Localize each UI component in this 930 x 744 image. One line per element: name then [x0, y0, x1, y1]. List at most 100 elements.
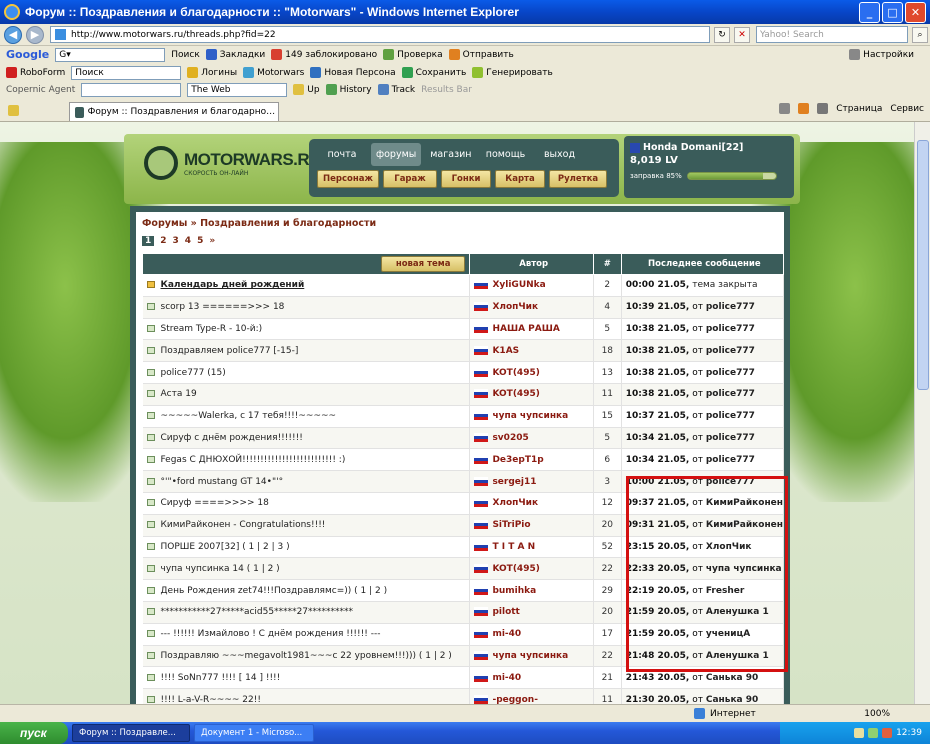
spellcheck-button[interactable]: Проверка — [383, 49, 443, 60]
settings-button[interactable]: Настройки — [849, 49, 914, 60]
thread-author[interactable]: K1AS — [492, 346, 519, 356]
thread-author[interactable]: НАША РАША — [492, 324, 559, 334]
thread-title[interactable]: ***********27*****acid55*****27*********… — [161, 607, 354, 617]
breadcrumb-forums[interactable]: Форумы — [142, 218, 187, 229]
thread-row[interactable]: ПОРШЕ 2007[32] ( 1 | 2 | 3 ) T I T A N 52 2… — [142, 536, 785, 559]
thread-title[interactable]: scorp 13 ======>>> 18 — [161, 302, 285, 312]
scrollbar-thumb[interactable] — [917, 140, 929, 390]
logins-button[interactable]: Логины — [187, 67, 237, 78]
thread-row[interactable]: чупа чупсинка 14 ( 1 | 2 ) KOT(495) 22 22:3… — [142, 557, 785, 581]
copernic-search-input[interactable] — [81, 82, 182, 97]
up-button[interactable]: Up — [293, 84, 320, 95]
google-search-input[interactable]: G▾ — [55, 47, 166, 62]
track-button[interactable]: Track — [377, 84, 415, 95]
thread-title[interactable]: ~~~~~Walerka, с 17 тебя!!!!~~~~~ — [161, 411, 337, 421]
thread-author[interactable]: KOT(495) — [492, 389, 539, 399]
thread-title[interactable]: Stream Type-R - 10-й:) — [161, 324, 263, 334]
forward-icon[interactable]: ▶ — [26, 25, 44, 44]
theweb-select[interactable]: The Web — [187, 82, 288, 97]
thread-author[interactable]: T I T A N — [492, 542, 535, 552]
rss-icon[interactable] — [798, 103, 810, 114]
thread-row[interactable]: Fegas С ДНЮХОЙ!!!!!!!!!!!!!!!!!!!!!!!!!!… — [142, 448, 785, 472]
thread-title[interactable]: Аста 19 — [161, 389, 197, 399]
thread-author[interactable]: SiTriPio — [492, 520, 530, 530]
last-post-author[interactable]: Аленушка 1 — [706, 651, 769, 661]
thread-row[interactable]: police777 (15) KOT(495) 13 10:38 21.05, от … — [142, 361, 785, 384]
menu-exit[interactable]: выход — [535, 143, 585, 166]
menu-roulette[interactable]: Рулетка — [549, 170, 607, 188]
new-persona-button[interactable]: Новая Персона — [310, 67, 396, 78]
taskbar-item-ie[interactable]: Форум :: Поздравле... — [72, 724, 190, 742]
vertical-scrollbar[interactable] — [914, 122, 930, 704]
address-input[interactable]: http://www.motorwars.ru/threads.php?fid=… — [50, 26, 710, 43]
menu-shop[interactable]: магазин — [425, 143, 476, 166]
thread-author[interactable]: ХлопЧик — [492, 498, 538, 508]
generate-button[interactable]: Генерировать — [472, 67, 553, 78]
last-post-author[interactable]: ученицА — [706, 629, 750, 639]
last-post-author[interactable]: КимиРайконен — [706, 520, 783, 530]
print-icon[interactable] — [817, 103, 829, 114]
thread-title[interactable]: Сируф с днём рождения!!!!!!! — [161, 433, 303, 443]
thread-title[interactable]: Календарь дней рождений — [161, 280, 305, 290]
last-post-author[interactable]: police777 — [706, 455, 755, 465]
page-3[interactable]: 3 — [173, 236, 179, 246]
yahoo-search-input[interactable]: Yahoo! Search — [756, 26, 908, 43]
menu-garage[interactable]: Гараж — [383, 170, 437, 188]
thread-author[interactable]: mi-40 — [492, 629, 521, 639]
page-5[interactable]: 5 — [197, 236, 203, 246]
thread-title[interactable]: --- !!!!!! Измайлово ! С днём рождения !… — [161, 629, 381, 639]
thread-title[interactable]: !!!! L-a-V-R~~~~ 22!! — [161, 695, 261, 704]
maximize-button[interactable]: □ — [882, 2, 903, 23]
thread-row[interactable]: КимиРайконен - Congratulations!!!! SiTriP… — [142, 514, 785, 537]
menu-map[interactable]: Карта — [495, 170, 545, 188]
favorites-star-icon[interactable] — [8, 105, 19, 116]
menu-help[interactable]: помощь — [481, 143, 531, 166]
thread-author[interactable]: XyliGUNka — [492, 280, 545, 290]
minimize-button[interactable]: _ — [859, 2, 880, 23]
thread-author[interactable]: De3epT1p — [492, 455, 543, 465]
thread-row[interactable]: Сируф с днём рождения!!!!!!! sv0205 5 10:34… — [142, 427, 785, 450]
page-next[interactable]: » — [209, 236, 215, 246]
last-post-author[interactable]: police777 — [706, 346, 755, 356]
new-topic-button[interactable]: новая тема — [380, 256, 466, 272]
menu-races[interactable]: Гонки — [441, 170, 491, 188]
thread-author[interactable]: KOT(495) — [492, 564, 539, 574]
thread-author[interactable]: mi-40 — [492, 673, 521, 683]
page-menu[interactable]: Страница — [836, 104, 882, 114]
home-icon[interactable] — [779, 103, 791, 114]
refresh-icon[interactable]: ↻ — [714, 26, 730, 43]
thread-row[interactable]: Поздравляю ~~~megavolt1981~~~с 22 уровне… — [142, 645, 785, 668]
thread-author[interactable]: sergej11 — [492, 477, 536, 487]
last-post-author[interactable]: police777 — [706, 302, 755, 312]
save-button[interactable]: Сохранить — [401, 67, 466, 78]
zoom-level[interactable]: 100% — [864, 709, 890, 719]
page-1[interactable]: 1 — [142, 236, 155, 246]
last-post-author[interactable]: police777 — [706, 411, 755, 421]
history-button[interactable]: History — [325, 84, 372, 95]
thread-author[interactable]: ХлопЧик — [492, 302, 538, 312]
last-post-author[interactable]: Fresher — [706, 586, 744, 596]
roboform-search-input[interactable]: Поиск — [71, 65, 182, 80]
thread-author[interactable]: bumihka — [492, 586, 536, 596]
last-post-author[interactable]: police777 — [706, 433, 755, 443]
motorwars-login-button[interactable]: Motorwars — [243, 67, 304, 78]
thread-title[interactable]: !!!! SoNn777 !!!! [ 14 ] !!!! — [161, 673, 281, 683]
thread-title[interactable]: ПОРШЕ 2007[32] ( 1 | 2 | 3 ) — [161, 542, 290, 552]
thread-row[interactable]: Аста 19 KOT(495) 11 10:38 21.05, от police7… — [142, 383, 785, 406]
thread-title[interactable]: КимиРайконен - Congratulations!!!! — [161, 520, 326, 530]
search-icon[interactable]: ⌕ — [912, 26, 928, 43]
thread-title[interactable]: Сируф ====>>>> 18 — [161, 498, 269, 508]
last-post-author[interactable]: Аленушка 1 — [706, 607, 769, 617]
results-bar-button[interactable]: Results Bar — [421, 85, 472, 95]
thread-title[interactable]: Поздравляю ~~~megavolt1981~~~с 22 уровне… — [161, 651, 452, 661]
thread-title[interactable]: Поздравляем police777 [-15-] — [161, 346, 299, 356]
browser-tab[interactable]: Форум :: Поздравления и благодарности ::… — [69, 101, 279, 121]
google-search-button[interactable]: Поиск — [171, 50, 200, 60]
thread-row[interactable]: ***********27*****acid55*****27*********… — [142, 601, 785, 624]
thread-author[interactable]: чупа чупсинка — [492, 411, 568, 421]
last-post-author[interactable]: чупа чупсинка — [706, 564, 782, 574]
popup-blocked-button[interactable]: 149 заблокировано — [271, 49, 377, 60]
thread-author[interactable]: чупа чупсинка — [492, 651, 568, 661]
menu-character[interactable]: Персонаж — [317, 170, 379, 188]
bookmarks-button[interactable]: Закладки — [205, 49, 265, 60]
